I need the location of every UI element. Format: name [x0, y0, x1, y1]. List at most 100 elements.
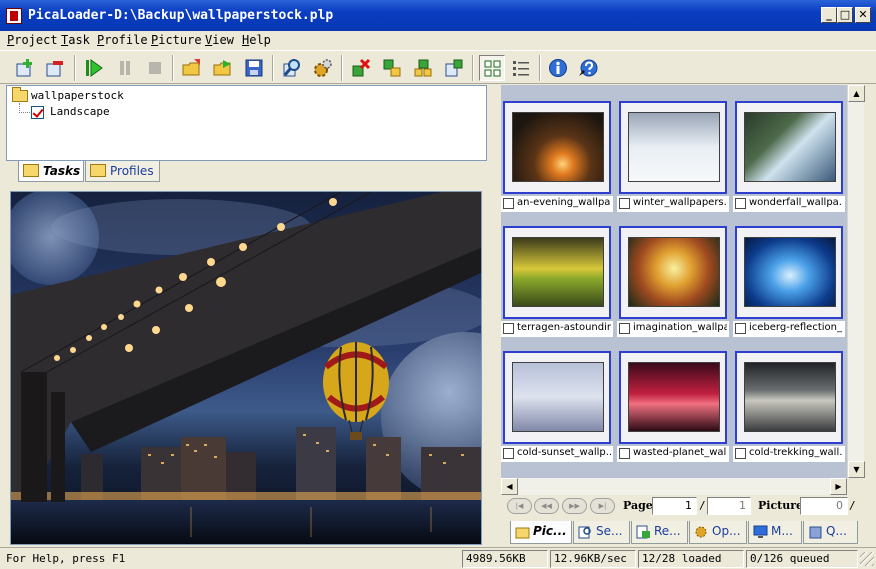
delete-task-button[interactable]	[348, 55, 374, 81]
tab-picture[interactable]: Pic...	[510, 521, 572, 544]
tab-queue[interactable]: Q...	[803, 521, 858, 544]
tab-profiles[interactable]: Profiles	[85, 161, 160, 182]
settings-icon	[314, 59, 332, 77]
thumbnail-item[interactable]: wasted-planet_wal...	[617, 335, 729, 462]
title-bar[interactable]: PicaLoader-D:\Backup\wallpaperstock.plp …	[0, 0, 876, 31]
thumbnail-frame[interactable]	[503, 226, 611, 319]
task-down-button[interactable]	[379, 55, 405, 81]
thumbnail-image[interactable]	[744, 237, 836, 307]
thumbnail-image[interactable]	[744, 362, 836, 432]
menu-project[interactable]: Project	[7, 33, 58, 47]
thumbnail-frame[interactable]	[619, 226, 727, 319]
menu-picture[interactable]: Picture	[151, 33, 202, 47]
thumbnail-item[interactable]: terragen-astoundin...	[501, 210, 613, 337]
tree-line	[19, 112, 30, 113]
tree-item-landscape[interactable]: Landscape	[50, 105, 110, 118]
menu-view[interactable]: View	[205, 33, 234, 47]
menu-task[interactable]: Task	[61, 33, 90, 47]
thumbnail-horizontal-scrollbar[interactable]: ◀ ▶	[501, 478, 847, 495]
save-button[interactable]	[241, 55, 267, 81]
thumbnail-image[interactable]	[512, 112, 604, 182]
start-button[interactable]	[81, 55, 107, 81]
first-page-button[interactable]: |◀	[507, 498, 532, 514]
tab-search[interactable]: Se...	[573, 521, 630, 544]
last-page-button[interactable]: ▶|	[590, 498, 615, 514]
thumbnail-image[interactable]	[628, 112, 720, 182]
thumbnail-checkbox[interactable]	[503, 448, 514, 459]
list-view-button[interactable]	[508, 55, 534, 81]
thumbnail-item[interactable]: cold-sunset_wallp...	[501, 335, 613, 462]
thumbnail-checkbox[interactable]	[619, 198, 630, 209]
menu-help[interactable]: Help	[242, 33, 271, 47]
status-speed: 12.96KB/sec	[550, 550, 636, 568]
open-folder-button[interactable]	[179, 55, 205, 81]
remove-project-button[interactable]	[42, 55, 68, 81]
task-queue-button[interactable]	[410, 55, 436, 81]
checked-checkbox-icon[interactable]	[31, 106, 44, 119]
thumbnail-vertical-scrollbar[interactable]: ▲ ▼	[847, 85, 865, 478]
menu-profile[interactable]: Profile	[97, 33, 148, 47]
thumbnail-item[interactable]: iceberg-reflection_...	[733, 210, 845, 337]
thumbnail-frame[interactable]	[735, 226, 843, 319]
thumbnail-item[interactable]: an-evening_wallpa...	[501, 85, 613, 212]
scroll-up-button[interactable]: ▲	[848, 85, 865, 102]
close-button[interactable]: ✕	[855, 7, 871, 23]
stop-button[interactable]	[142, 55, 168, 81]
next-page-button[interactable]: ▶▶	[562, 498, 587, 514]
thumbnail-checkbox[interactable]	[735, 448, 746, 459]
thumbnail-frame[interactable]	[735, 101, 843, 194]
thumbnail-image[interactable]	[628, 362, 720, 432]
thumbnail-image[interactable]	[512, 362, 604, 432]
info-button[interactable]	[545, 55, 571, 81]
thumbnail-checkbox[interactable]	[735, 323, 746, 334]
thumbnail-item[interactable]: wonderfall_wallpa...	[733, 85, 845, 212]
thumbnail-checkbox[interactable]	[619, 448, 630, 459]
thumbnail-image[interactable]	[744, 112, 836, 182]
scroll-left-button[interactable]: ◀	[501, 478, 518, 495]
thumbnail-checkbox[interactable]	[503, 198, 514, 209]
thumbnail-image[interactable]	[512, 237, 604, 307]
thumbnail-frame[interactable]	[619, 351, 727, 444]
search-button[interactable]	[279, 55, 305, 81]
thumbnail-checkbox[interactable]	[503, 323, 514, 334]
task-info-button[interactable]	[441, 55, 467, 81]
scroll-right-button[interactable]: ▶	[830, 478, 847, 495]
profiles-tab-icon	[90, 164, 106, 177]
settings-button[interactable]	[310, 55, 336, 81]
tab-tasks[interactable]: Tasks	[18, 161, 84, 182]
image-preview[interactable]	[10, 191, 482, 545]
thumbnail-view-button[interactable]	[479, 55, 505, 81]
new-project-button[interactable]	[12, 55, 38, 81]
tree-root-wallpaperstock[interactable]: wallpaperstock	[31, 89, 124, 102]
thumbnail-item[interactable]: imagination_wallpa...	[617, 210, 729, 337]
thumbnail-frame[interactable]	[503, 101, 611, 194]
scroll-down-button[interactable]: ▼	[848, 461, 865, 478]
export-folder-button[interactable]	[210, 55, 236, 81]
resize-grip[interactable]	[860, 552, 874, 566]
maximize-button[interactable]: □	[837, 7, 853, 23]
help-button[interactable]	[575, 55, 601, 81]
thumbnail-caption: wasted-planet_wal...	[617, 446, 729, 462]
tasks-tab-icon	[23, 164, 39, 177]
minimize-button[interactable]: _	[821, 7, 837, 23]
save-icon	[245, 59, 263, 77]
picture-tab-icon	[515, 527, 530, 539]
thumbnail-item[interactable]: winter_wallpapers...	[617, 85, 729, 212]
app-icon[interactable]	[6, 8, 22, 24]
pause-button[interactable]	[112, 55, 138, 81]
thumbnail-grid[interactable]: an-evening_wallpa... winter_wallpapers..…	[501, 85, 847, 478]
tab-monitor[interactable]: M...	[748, 521, 802, 544]
thumbnail-image[interactable]	[628, 237, 720, 307]
thumbnail-checkbox[interactable]	[619, 323, 630, 334]
thumbnail-frame[interactable]	[503, 351, 611, 444]
previous-page-button[interactable]: ◀◀	[534, 498, 559, 514]
tab-options[interactable]: Op...	[689, 521, 747, 544]
picture-label: Picture	[758, 499, 804, 512]
thumbnail-frame[interactable]	[619, 101, 727, 194]
tab-result[interactable]: Re...	[631, 521, 688, 544]
thumbnail-frame[interactable]	[735, 351, 843, 444]
thumbnail-checkbox[interactable]	[735, 198, 746, 209]
page-number-field[interactable]: 1	[652, 497, 697, 515]
thumbnail-item[interactable]: cold-trekking_wall...	[733, 335, 845, 462]
project-tree[interactable]: wallpaperstock Landscape	[6, 85, 487, 161]
